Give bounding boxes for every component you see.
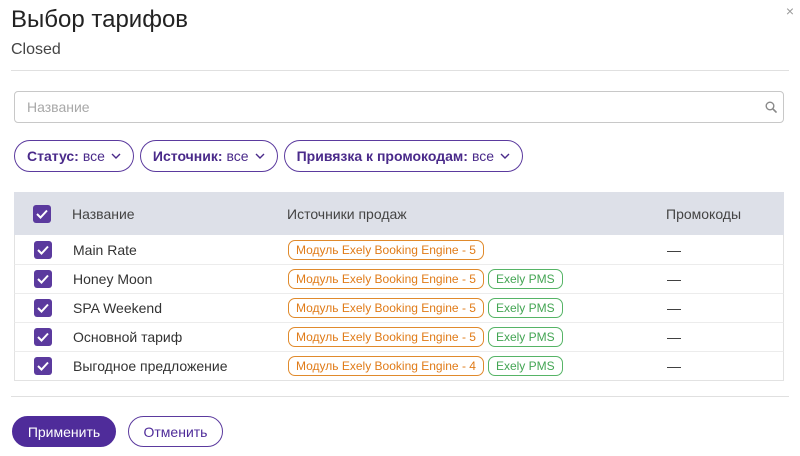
rate-sources: Модуль Exely Booking Engine - 5 Exely PM… xyxy=(288,269,563,289)
rate-name: SPA Weekend xyxy=(73,300,162,316)
checkmark-icon xyxy=(37,245,49,255)
filter-bar: Статус: все Источник: все Привязка к про… xyxy=(14,140,524,172)
source-tag: Модуль Exely Booking Engine - 5 xyxy=(288,239,484,260)
filter-promo-binding-value: все xyxy=(471,148,495,164)
source-tag: Exely PMS xyxy=(487,356,563,376)
rate-sources: Модуль Exely Booking Engine - 5 Exely PM… xyxy=(288,298,563,318)
filter-status[interactable]: Статус: все xyxy=(14,140,134,172)
filter-source-value: все xyxy=(226,148,249,164)
table-row[interactable]: Honey Moon Модуль Exely Booking Engine -… xyxy=(14,264,784,293)
header-promos: Промокоды xyxy=(666,205,742,222)
rate-name: Основной тариф xyxy=(73,329,183,345)
rate-sources: Модуль Exely Booking Engine - 5 Exely PM… xyxy=(288,327,563,347)
checkmark-icon xyxy=(36,209,48,219)
checkmark-icon xyxy=(37,332,49,342)
row-checkbox[interactable] xyxy=(34,299,52,317)
table-row[interactable]: Выгодное предложение Модуль Exely Bookin… xyxy=(14,351,784,380)
source-tag: Exely PMS xyxy=(487,269,563,289)
source-tag: Модуль Exely Booking Engine - 5 xyxy=(288,327,484,347)
checkmark-icon xyxy=(37,361,49,371)
rate-promo: — xyxy=(667,358,681,374)
table-row[interactable]: SPA Weekend Модуль Exely Booking Engine … xyxy=(14,293,784,322)
row-checkbox[interactable] xyxy=(34,240,52,259)
chevron-down-icon xyxy=(500,153,510,159)
rate-promo: — xyxy=(667,300,681,316)
rate-name: Honey Moon xyxy=(73,271,153,287)
filter-promo-binding-label: Привязка к промокодам: xyxy=(296,148,468,164)
dialog-subtitle: Closed xyxy=(11,41,61,58)
chevron-down-icon xyxy=(255,153,265,159)
search-input[interactable] xyxy=(15,92,783,122)
header-name: Название xyxy=(72,205,135,222)
filter-status-value: все xyxy=(82,148,105,164)
rate-name: Выгодное предложение xyxy=(73,358,228,374)
filter-source-label: Источник: xyxy=(152,148,223,164)
rate-sources: Модуль Exely Booking Engine - 4 Exely PM… xyxy=(288,356,563,376)
table-header: Название Источники продаж Промокоды xyxy=(14,192,784,235)
search-box xyxy=(14,91,784,123)
row-checkbox[interactable] xyxy=(34,328,52,346)
rates-table: Название Источники продаж Промокоды Main… xyxy=(14,192,784,381)
table-row[interactable]: Основной тариф Модуль Exely Booking Engi… xyxy=(14,322,784,351)
cancel-button[interactable]: Отменить xyxy=(128,416,223,447)
source-tag: Exely PMS xyxy=(487,327,563,347)
rate-sources: Модуль Exely Booking Engine - 5 xyxy=(288,239,484,260)
rate-promo: — xyxy=(667,329,681,345)
search-icon[interactable] xyxy=(765,101,777,113)
source-tag: Модуль Exely Booking Engine - 5 xyxy=(288,269,484,289)
footer-divider xyxy=(11,396,789,397)
source-tag: Модуль Exely Booking Engine - 5 xyxy=(288,298,484,318)
row-checkbox[interactable] xyxy=(34,357,52,375)
apply-button[interactable]: Применить xyxy=(12,416,116,447)
filter-promo-binding[interactable]: Привязка к промокодам: все xyxy=(283,140,524,172)
close-icon[interactable]: × xyxy=(786,4,794,18)
checkmark-icon xyxy=(37,303,49,313)
source-tag: Exely PMS xyxy=(487,298,563,318)
chevron-down-icon xyxy=(111,153,121,159)
dialog-title: Выбор тарифов xyxy=(11,6,189,33)
rate-promo: — xyxy=(667,241,681,258)
header-divider xyxy=(11,70,789,71)
source-tag: Модуль Exely Booking Engine - 4 xyxy=(288,356,484,376)
filter-source[interactable]: Источник: все xyxy=(139,140,278,172)
row-checkbox[interactable] xyxy=(34,270,52,288)
rate-promo: — xyxy=(667,271,681,287)
select-all-checkbox[interactable] xyxy=(33,204,51,223)
table-row[interactable]: Main Rate Модуль Exely Booking Engine - … xyxy=(14,235,784,264)
rate-name: Main Rate xyxy=(73,241,137,258)
checkmark-icon xyxy=(37,274,49,284)
header-sources: Источники продаж xyxy=(287,205,407,222)
filter-status-label: Статус: xyxy=(27,148,79,164)
